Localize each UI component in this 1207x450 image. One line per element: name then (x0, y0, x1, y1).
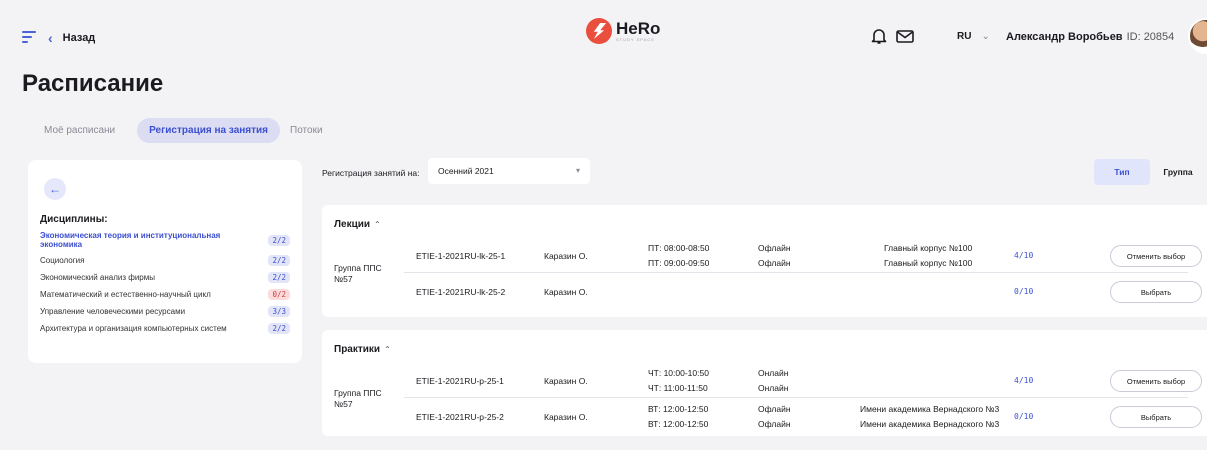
select-button[interactable]: Выбрать (1110, 406, 1202, 428)
location: Имени академика Вернадского №3 (860, 404, 1000, 414)
toggle-group[interactable]: Группа (1150, 159, 1206, 185)
discipline-item[interactable]: Экономическая теория и институциональная… (40, 231, 290, 249)
user-id: ID: 20854 (1126, 31, 1175, 43)
toggle-type[interactable]: Тип (1094, 159, 1150, 185)
teacher: Каразин О. (544, 412, 588, 422)
chevron-up-icon: ⌃ (374, 220, 381, 229)
mode: Онлайн (758, 383, 789, 393)
teacher: Каразин О. (544, 287, 588, 297)
cancel-selection-button[interactable]: Отменить выбор (1110, 245, 1202, 267)
chevron-up-icon: ⌃ (384, 345, 391, 354)
course-code: ETIE-1-2021RU-p-25-1 (416, 376, 504, 386)
mode: Офлайн (758, 243, 791, 253)
count-badge: 2/2 (268, 255, 290, 266)
avatar[interactable] (1188, 18, 1207, 54)
course-code: ETIE-1-2021RU-p-25-2 (416, 412, 504, 422)
time-slot: ВТ: 12:00-12:50 (648, 404, 709, 414)
chevron-down-icon: ⌄ (981, 31, 990, 42)
location: Главный корпус №100 (884, 243, 973, 253)
time-slot: ВТ: 12:00-12:50 (648, 419, 709, 429)
discipline-item[interactable]: Архитектура и организация компьютерных с… (40, 323, 290, 334)
menu-icon[interactable] (22, 31, 36, 43)
lectures-header[interactable]: Лекции ⌃ (322, 205, 1207, 230)
mode: Офлайн (758, 419, 791, 429)
logo[interactable]: HeRo STUDY SPACE (586, 18, 660, 44)
course-code: ETIE-1-2021RU-lk-25-1 (416, 251, 506, 261)
cancel-selection-button[interactable]: Отменить выбор (1110, 370, 1202, 392)
mode: Офлайн (758, 404, 791, 414)
count-badge: 2/2 (268, 234, 290, 246)
count-badge: 2/2 (268, 272, 290, 283)
tabs: Моё расписани Регистрация на занятия Пот… (32, 118, 335, 143)
group-label: Группа ППС №57 (334, 388, 382, 409)
mail-icon[interactable] (896, 30, 914, 43)
time-slot: ПТ: 08:00-08:50 (648, 243, 710, 253)
time-slot: ЧТ: 10:00-10:50 (648, 368, 709, 378)
back-label: Назад (62, 32, 96, 44)
capacity: 0/10 (1014, 412, 1034, 421)
mode: Онлайн (758, 368, 789, 378)
capacity: 4/10 (1014, 251, 1034, 260)
discipline-item[interactable]: Математический и естественно-научный цик… (40, 289, 290, 300)
time-slot: ЧТ: 11:00-11:50 (648, 383, 708, 393)
page-title: Расписание (22, 70, 164, 97)
disciplines-title: Дисциплины: (40, 214, 108, 225)
practices-title: Практики (334, 344, 381, 355)
back-button[interactable]: ‹ Назад (48, 30, 95, 46)
user-name: Александр Воробьев (1006, 31, 1123, 43)
table-row: ETIE-1-2021RU-p-25-1 Каразин О. ЧТ: 10:0… (404, 364, 1202, 398)
table-row: ETIE-1-2021RU-lk-25-1 Каразин О. ПТ: 08:… (404, 239, 1202, 273)
chevron-down-icon: ▾ (575, 166, 580, 175)
chevron-left-icon: ‹ (48, 30, 53, 46)
location: Имени академика Вернадского №3 (860, 419, 1000, 429)
count-badge: 3/3 (268, 306, 290, 317)
time-slot: ПТ: 09:00-09:50 (648, 258, 710, 268)
view-toggle: Тип Группа (1094, 159, 1206, 185)
disciplines-list: Экономическая теория и институциональная… (40, 231, 290, 334)
tab-my-schedule[interactable]: Моё расписани (32, 118, 127, 143)
top-bar: ‹ Назад HeRo STUDY SPACE RU ⌄ Александр … (0, 0, 1207, 64)
disciplines-panel: ← Дисциплины: Экономическая теория и инс… (28, 160, 302, 363)
discipline-item[interactable]: Социология 2/2 (40, 255, 290, 266)
count-badge: 2/2 (268, 323, 290, 334)
discipline-item[interactable]: Управление человеческими ресурсами 3/3 (40, 306, 290, 317)
logo-sub: STUDY SPACE (616, 37, 655, 42)
capacity: 0/10 (1014, 287, 1034, 296)
group-label: Группа ППС №57 (334, 263, 382, 284)
count-badge: 0/2 (268, 289, 290, 300)
page: ‹ Назад HeRo STUDY SPACE RU ⌄ Александр … (0, 0, 1207, 450)
practices-header[interactable]: Практики ⌃ (322, 330, 1207, 355)
tab-registration[interactable]: Регистрация на занятия (137, 118, 281, 143)
lectures-title: Лекции (334, 219, 371, 230)
table-row: ETIE-1-2021RU-lk-25-2 Каразин О. 0/10 Вы… (404, 275, 1202, 309)
semester-select[interactable]: Осенний 2021 ▾ (428, 158, 590, 184)
teacher: Каразин О. (544, 376, 588, 386)
tab-streams[interactable]: Потоки (290, 118, 335, 143)
mode: Офлайн (758, 258, 791, 268)
practices-card: Практики ⌃ Группа ППС №57 ETIE-1-2021RU-… (322, 330, 1207, 436)
registration-label: Регистрация занятий на: (322, 168, 420, 178)
select-button[interactable]: Выбрать (1110, 281, 1202, 303)
discipline-item[interactable]: Экономический анализ фирмы 2/2 (40, 272, 290, 283)
location: Главный корпус №100 (884, 258, 973, 268)
user-info[interactable]: Александр Воробьев ID: 20854 (1006, 31, 1174, 43)
course-code: ETIE-1-2021RU-lk-25-2 (416, 287, 506, 297)
capacity: 4/10 (1014, 376, 1034, 385)
semester-value: Осенний 2021 (438, 166, 494, 176)
teacher: Каразин О. (544, 251, 588, 261)
language-label: RU (957, 31, 972, 42)
logo-icon (586, 18, 612, 44)
lectures-card: Лекции ⌃ Группа ППС №57 ETIE-1-2021RU-lk… (322, 205, 1207, 317)
table-row: ETIE-1-2021RU-p-25-2 Каразин О. ВТ: 12:0… (404, 400, 1202, 434)
bell-icon[interactable] (871, 28, 887, 45)
language-select[interactable]: RU ⌄ (957, 31, 990, 42)
arrow-left-icon[interactable]: ← (44, 178, 66, 200)
logo-name: HeRo (616, 19, 661, 38)
